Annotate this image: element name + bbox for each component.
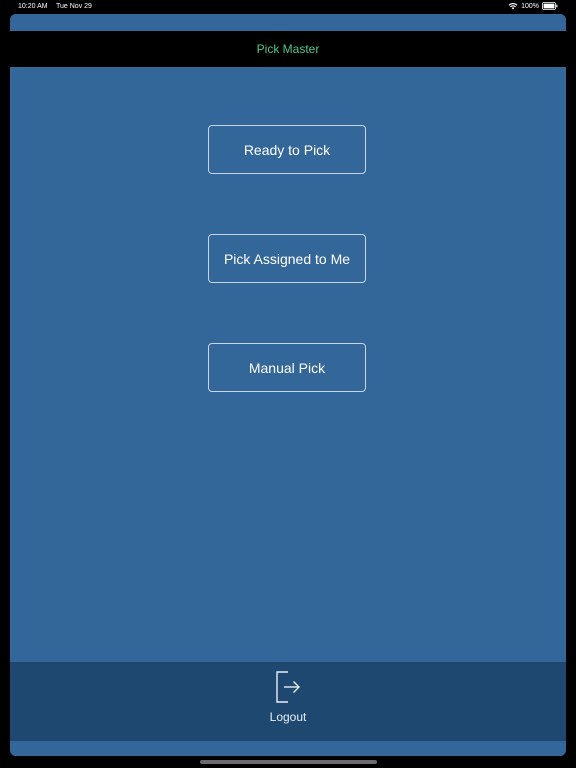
main-content: Ready to Pick Pick Assigned to Me Manual…: [10, 67, 566, 662]
status-date: Tue Nov 29: [56, 3, 92, 10]
status-bar: 10:20 AM Tue Nov 29 100%: [0, 0, 576, 14]
battery-icon: [542, 2, 558, 10]
page-title: Pick Master: [256, 42, 320, 56]
bottom-strip: [10, 741, 566, 756]
logout-button[interactable]: Logout: [248, 670, 328, 730]
pick-assigned-to-me-button[interactable]: Pick Assigned to Me: [208, 234, 366, 283]
logout-icon: [274, 670, 302, 704]
home-indicator[interactable]: [200, 760, 377, 764]
logout-label: Logout: [269, 710, 307, 724]
manual-pick-button[interactable]: Manual Pick: [208, 343, 366, 392]
ready-to-pick-button[interactable]: Ready to Pick: [208, 125, 366, 174]
wifi-icon: [508, 2, 518, 10]
status-indicators: 100%: [508, 2, 558, 10]
status-time: 10:20 AM: [18, 3, 48, 10]
navigation-bar: Pick Master: [10, 31, 566, 67]
footer-bar: Logout: [10, 662, 566, 741]
top-strip: [10, 14, 566, 31]
app-window: Pick Master Ready to Pick Pick Assigned …: [10, 14, 566, 756]
battery-percent: 100%: [521, 2, 539, 10]
